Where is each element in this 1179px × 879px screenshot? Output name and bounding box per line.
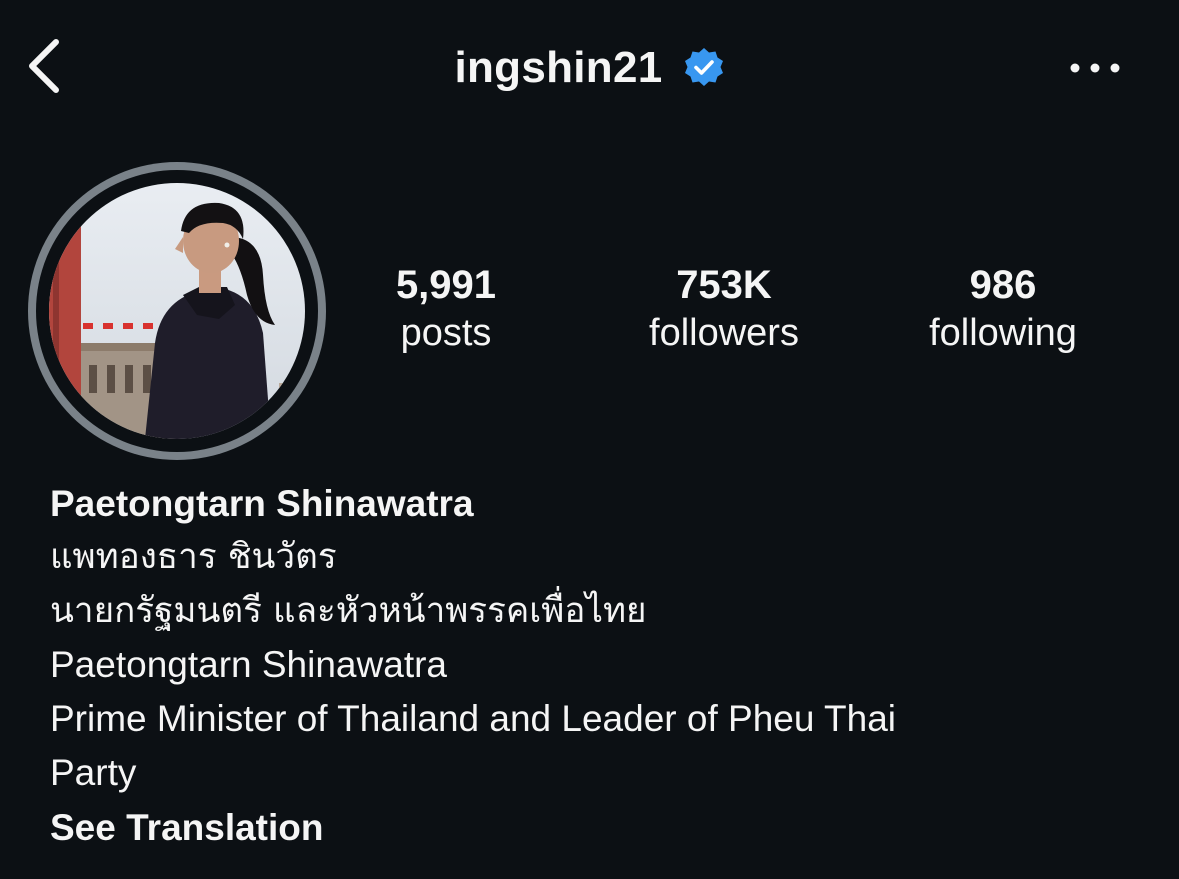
- following-label: following: [929, 312, 1077, 354]
- bio-line: นายกรัฐมนตรี และหัวหน้าพรรคเพื่อไทย: [50, 591, 647, 631]
- following-stat[interactable]: 986 following: [883, 262, 1123, 358]
- see-translation-link[interactable]: See Translation: [50, 800, 1130, 856]
- followers-label: followers: [649, 312, 799, 354]
- followers-count: 753K: [676, 263, 772, 307]
- verified-badge-icon: [684, 48, 723, 86]
- profile-photo: [49, 183, 305, 439]
- profile-header: ingshin21: [0, 0, 1179, 140]
- username: ingshin21: [454, 43, 663, 92]
- more-options-button[interactable]: [1064, 48, 1126, 88]
- bio-line: Party: [50, 752, 137, 793]
- posts-count: 5,991: [395, 263, 497, 307]
- profile-bio: Paetongtarn Shinawatra แพทองธาร ชินวัตร …: [50, 478, 1130, 856]
- posts-label: posts: [400, 312, 492, 354]
- bio-line: Prime Minister of Thailand and Leader of…: [50, 698, 897, 739]
- header-title: ingshin21: [0, 38, 1179, 98]
- bio-line: แพทองธาร ชินวัตร: [50, 537, 337, 577]
- posts-stat[interactable]: 5,991 posts: [326, 262, 566, 358]
- followers-stat[interactable]: 753K followers: [604, 262, 844, 358]
- bio-line: Paetongtarn Shinawatra: [50, 644, 447, 685]
- profile-avatar[interactable]: [28, 162, 326, 460]
- more-horizontal-icon: [1070, 63, 1120, 73]
- following-count: 986: [969, 263, 1037, 307]
- avatar-gap: [36, 170, 318, 452]
- profile-display-name: Paetongtarn Shinawatra: [50, 483, 474, 524]
